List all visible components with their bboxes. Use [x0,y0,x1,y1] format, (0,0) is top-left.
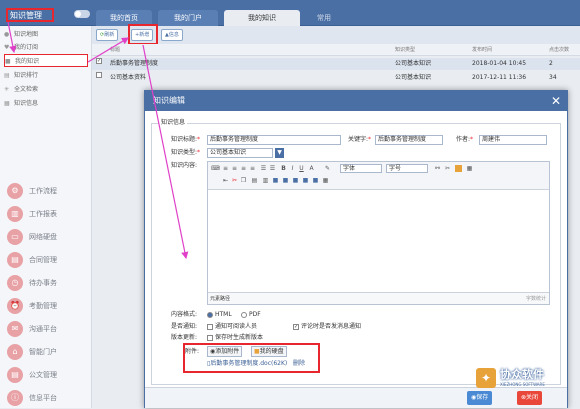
arrow-to-attachment [142,44,189,260]
logo-mark-icon: ✦ [476,368,496,388]
annotation-arrows [7,21,189,260]
logo-subtext: XIEZHONG SOFTWARE [500,382,545,387]
logo-text: 协众软件 [500,368,544,381]
arrow-to-add [87,37,130,63]
company-logo: ✦ 协众软件 XIEZHONG SOFTWARE [476,368,576,390]
arrow-to-my-knowledge [7,21,17,54]
